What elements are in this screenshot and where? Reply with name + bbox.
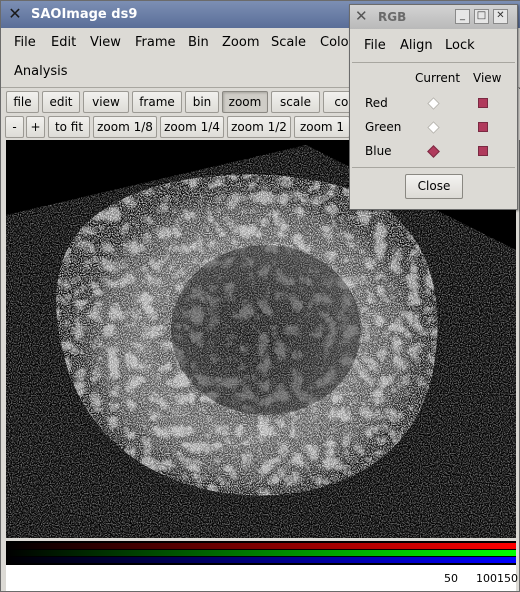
divider — [352, 62, 515, 63]
channel-label-green: Green — [365, 120, 402, 134]
window-title: SAOImage ds9 — [31, 7, 138, 22]
current-radio-red[interactable] — [427, 97, 440, 110]
zoom-1-4-button[interactable]: zoom 1/4 — [160, 116, 224, 138]
zoom-1-button[interactable]: zoom 1 — [294, 116, 350, 138]
menu-zoom[interactable]: Zoom — [222, 35, 259, 50]
menu-file[interactable]: File — [14, 35, 36, 50]
colorbar[interactable] — [6, 541, 516, 565]
tab-zoom[interactable]: zoom — [222, 91, 268, 113]
zoom-1-2-button[interactable]: zoom 1/2 — [227, 116, 291, 138]
view-checkbox-green[interactable] — [478, 122, 488, 132]
tick-label-100150: 100150 — [476, 572, 518, 585]
header-current: Current — [415, 71, 461, 85]
rgb-title: RGB — [378, 10, 407, 24]
maximize-button[interactable]: □ — [474, 9, 489, 24]
menu-view[interactable]: View — [90, 35, 121, 50]
tab-file[interactable]: file — [6, 91, 39, 113]
rgb-menu-align[interactable]: Align — [400, 38, 433, 53]
divider — [352, 167, 515, 168]
channel-label-blue: Blue — [365, 144, 392, 158]
menu-frame[interactable]: Frame — [135, 35, 176, 50]
tab-bin[interactable]: bin — [185, 91, 219, 113]
tab-frame[interactable]: frame — [132, 91, 182, 113]
ds9-main-window: ✕ SAOImage ds9 File Edit View Frame Bin … — [0, 0, 520, 592]
current-radio-blue[interactable] — [427, 145, 440, 158]
colorbar-blue-row — [6, 557, 516, 563]
header-view: View — [473, 71, 502, 85]
x-logo-icon[interactable]: ✕ — [355, 9, 368, 24]
channel-label-red: Red — [365, 96, 388, 110]
zoom-to-fit-button[interactable]: to fit — [48, 116, 90, 138]
colorbar-gradient — [6, 543, 516, 563]
menu-bin[interactable]: Bin — [188, 35, 209, 50]
tab-edit[interactable]: edit — [42, 91, 80, 113]
rgb-menu-lock[interactable]: Lock — [445, 38, 475, 53]
view-checkbox-red[interactable] — [478, 98, 488, 108]
tick-label-50: 50 — [444, 572, 458, 585]
zoom-out-button[interactable]: - — [5, 116, 24, 138]
menu-edit[interactable]: Edit — [51, 35, 76, 50]
tab-scale[interactable]: scale — [271, 91, 320, 113]
tab-view[interactable]: view — [83, 91, 129, 113]
menu-scale[interactable]: Scale — [271, 35, 306, 50]
zoom-in-button[interactable]: + — [26, 116, 45, 138]
menu-analysis[interactable]: Analysis — [14, 64, 68, 79]
colorbar-red-row — [6, 543, 516, 549]
current-radio-green[interactable] — [427, 121, 440, 134]
close-button[interactable]: Close — [405, 174, 463, 199]
close-window-button[interactable]: ✕ — [493, 9, 508, 24]
colorbar-ticks: 50 100150 — [6, 565, 518, 591]
minimize-button[interactable]: _ — [455, 9, 470, 24]
rgb-dialog: ✕ RGB _ □ ✕ File Align Lock Current View… — [349, 4, 518, 210]
colorbar-green-row — [6, 550, 516, 556]
x-logo-icon[interactable]: ✕ — [7, 6, 23, 22]
view-checkbox-blue[interactable] — [478, 146, 488, 156]
rgb-menu-file[interactable]: File — [364, 38, 386, 53]
rgb-title-bar[interactable]: ✕ RGB _ □ ✕ — [350, 5, 517, 29]
zoom-1-8-button[interactable]: zoom 1/8 — [93, 116, 157, 138]
